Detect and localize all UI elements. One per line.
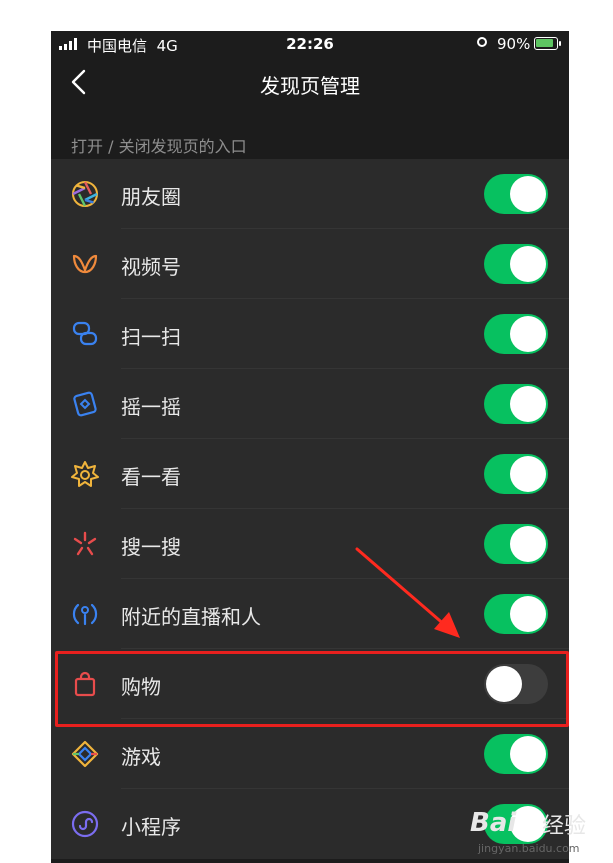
watermark-logo-cn: 经验 [542,814,587,839]
watermark-logo: Bai [470,808,517,838]
baidu-jingyan-watermark: Bai 经验 jingyan.baidu.com [470,798,610,858]
red-arrow-annotation [355,547,460,638]
watermark-url: jingyan.baidu.com [478,842,580,855]
